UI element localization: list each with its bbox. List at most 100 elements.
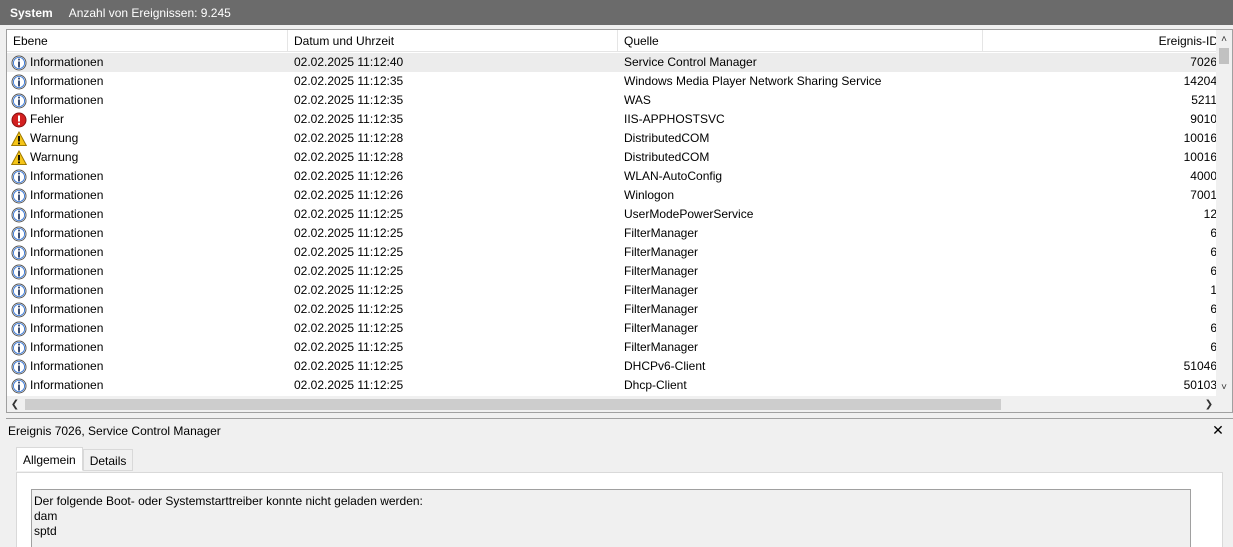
cell-source: DistributedCOM (624, 150, 710, 164)
cell-level: Informationen (11, 319, 288, 338)
cell-source: FilterManager (624, 321, 699, 335)
cell-level-text: Informationen (30, 74, 104, 88)
message-line: Der folgende Boot- oder Systemstarttreib… (34, 494, 423, 508)
cell-source: Dhcp-Client (624, 378, 687, 392)
cell-date: 02.02.2025 11:12:35 (294, 93, 404, 107)
chevron-down-icon[interactable]: ˅ (1216, 380, 1232, 396)
table-row[interactable]: Informationen 02.02.2025 11:12:25 Dhcp-Cli… (7, 376, 1218, 395)
cell-level-text: Warnung (30, 150, 79, 164)
cell-event-id: 10016 (1183, 150, 1217, 164)
cell-event-id: 6 (1210, 226, 1217, 240)
event-list[interactable]: Ebene Datum und Uhrzeit Quelle Ereignis-… (6, 29, 1233, 413)
horizontal-scrollbar[interactable]: ❮ ❯ (7, 396, 1232, 412)
cell-event-id: 4000 (1190, 169, 1217, 183)
table-row[interactable]: Informationen 02.02.2025 11:12:35 WAS 5211 (7, 91, 1218, 110)
cell-event-id: 12 (1203, 207, 1217, 221)
table-row[interactable]: Warnung 02.02.2025 11:12:28 DistributedCOM… (7, 148, 1218, 167)
table-row[interactable]: Warnung 02.02.2025 11:12:28 DistributedCOM… (7, 129, 1218, 148)
event-message-box[interactable]: Der folgende Boot- oder Systemstarttreib… (31, 489, 1191, 547)
column-header-source[interactable]: Quelle (618, 30, 983, 52)
info-icon (11, 55, 27, 71)
detail-tabs: Allgemein Details (16, 447, 134, 472)
table-row[interactable]: Informationen 02.02.2025 11:12:25 FilterMa… (7, 319, 1218, 338)
event-rows: Informationen 02.02.2025 11:12:40 Service … (7, 53, 1218, 395)
cell-source: UserModePowerService (624, 207, 754, 221)
cell-source: FilterManager (624, 245, 699, 259)
vertical-scrollbar[interactable]: ˄ ˅ (1216, 30, 1232, 396)
cell-level: Fehler (11, 110, 288, 129)
cell-level-text: Informationen (30, 207, 104, 221)
info-icon (11, 74, 27, 90)
cell-event-id: 5211 (1191, 93, 1217, 107)
vertical-scroll-thumb[interactable] (1219, 48, 1229, 64)
cell-level-text: Informationen (30, 283, 104, 297)
cell-event-id: 6 (1210, 340, 1217, 354)
table-row[interactable]: Informationen 02.02.2025 11:12:25 FilterMa… (7, 224, 1218, 243)
column-header-level[interactable]: Ebene (7, 30, 288, 52)
table-row[interactable]: Informationen 02.02.2025 11:12:35 Windows … (7, 72, 1218, 91)
event-detail-pane: Ereignis 7026, Service Control Manager ✕… (6, 418, 1233, 547)
cell-source: WLAN-AutoConfig (624, 169, 723, 183)
cell-level: Informationen (11, 357, 288, 376)
cell-level-text: Fehler (30, 112, 65, 126)
table-row[interactable]: Informationen 02.02.2025 11:12:26 Winlogon… (7, 186, 1218, 205)
cell-source: Windows Media Player Network Sharing Ser… (624, 74, 882, 88)
cell-date: 02.02.2025 11:12:25 (294, 226, 404, 240)
info-icon (11, 359, 27, 375)
cell-level-text: Informationen (30, 245, 104, 259)
table-row[interactable]: Informationen 02.02.2025 11:12:25 FilterMa… (7, 262, 1218, 281)
cell-level: Warnung (11, 129, 288, 148)
cell-level: Informationen (11, 262, 288, 281)
warning-icon (11, 149, 28, 166)
column-header-event-id[interactable]: Ereignis-ID (983, 30, 1218, 52)
cell-level-text: Informationen (30, 321, 104, 335)
cell-date: 02.02.2025 11:12:25 (294, 321, 404, 335)
close-icon[interactable]: ✕ (1210, 422, 1226, 438)
cell-level: Informationen (11, 338, 288, 357)
table-row[interactable]: Informationen 02.02.2025 11:12:40 Service … (7, 53, 1218, 72)
table-row[interactable]: Informationen 02.02.2025 11:12:25 UserMode… (7, 205, 1218, 224)
tab-panel-general: Der folgende Boot- oder Systemstarttreib… (16, 472, 1223, 547)
cell-level: Informationen (11, 281, 288, 300)
cell-event-id: 51046 (1183, 359, 1217, 373)
cell-date: 02.02.2025 11:12:40 (294, 55, 404, 69)
chevron-left-icon[interactable]: ❮ (7, 396, 23, 412)
cell-event-id: 10016 (1183, 131, 1217, 145)
cell-source: FilterManager (624, 226, 699, 240)
info-icon (11, 302, 27, 318)
horizontal-scroll-thumb[interactable] (25, 399, 1001, 410)
table-row[interactable]: Informationen 02.02.2025 11:12:25 FilterMa… (7, 281, 1218, 300)
table-row[interactable]: Informationen 02.02.2025 11:12:25 FilterMa… (7, 338, 1218, 357)
info-icon (11, 169, 27, 185)
cell-level-text: Informationen (30, 302, 104, 316)
cell-source: DHCPv6-Client (624, 359, 706, 373)
info-icon (11, 207, 27, 223)
info-icon (11, 340, 27, 356)
table-row[interactable]: Informationen 02.02.2025 11:12:25 DHCPv6-C… (7, 357, 1218, 376)
table-row[interactable]: Fehler 02.02.2025 11:12:35 IIS-APPHOSTSVC 9… (7, 110, 1218, 129)
cell-event-id: 7001 (1190, 188, 1217, 202)
cell-source: IIS-APPHOSTSVC (624, 112, 725, 126)
table-row[interactable]: Informationen 02.02.2025 11:12:25 FilterMa… (7, 243, 1218, 262)
cell-date: 02.02.2025 11:12:28 (294, 150, 404, 164)
info-icon (11, 264, 27, 280)
cell-level: Informationen (11, 186, 288, 205)
message-line: sptd (34, 524, 57, 538)
chevron-up-icon[interactable]: ˄ (1216, 32, 1232, 48)
cell-level: Informationen (11, 376, 288, 395)
tab-allgemein[interactable]: Allgemein (16, 447, 83, 471)
cell-date: 02.02.2025 11:12:35 (294, 74, 404, 88)
cell-source: FilterManager (624, 264, 699, 278)
cell-event-id: 6 (1210, 321, 1217, 335)
cell-level: Informationen (11, 300, 288, 319)
info-icon (11, 283, 27, 299)
error-icon (11, 112, 27, 128)
cell-date: 02.02.2025 11:12:28 (294, 131, 404, 145)
column-header-date[interactable]: Datum und Uhrzeit (288, 30, 618, 52)
table-row[interactable]: Informationen 02.02.2025 11:12:26 WLAN-Aut… (7, 167, 1218, 186)
tab-details[interactable]: Details (82, 449, 134, 471)
cell-source: DistributedCOM (624, 131, 710, 145)
cell-source: Service Control Manager (624, 55, 757, 69)
chevron-right-icon[interactable]: ❯ (1201, 396, 1217, 412)
table-row[interactable]: Informationen 02.02.2025 11:12:25 FilterMa… (7, 300, 1218, 319)
